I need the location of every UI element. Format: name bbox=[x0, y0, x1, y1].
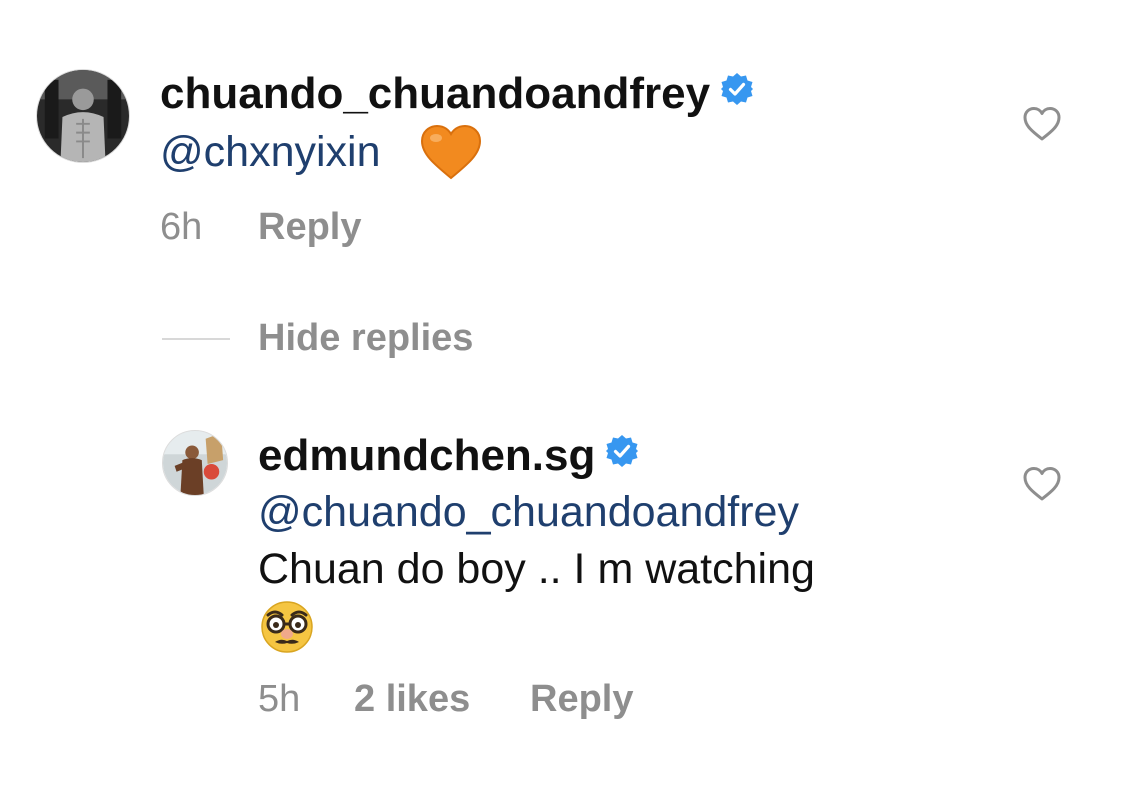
avatar-image bbox=[37, 70, 129, 162]
comment-reply-button[interactable]: Reply bbox=[258, 204, 361, 250]
comment-time: 6h bbox=[160, 206, 203, 248]
comment-mention[interactable]: @chxnyixin bbox=[160, 126, 381, 178]
verified-badge-icon bbox=[720, 66, 754, 118]
heart-outline-icon[interactable] bbox=[1022, 466, 1062, 502]
avatar-image bbox=[163, 431, 227, 495]
comment-username-text[interactable]: chuando_chuandoandfrey bbox=[160, 69, 710, 118]
reply-likes[interactable]: 2 likes bbox=[354, 676, 470, 722]
reply-mention[interactable]: @chuando_chuandoandfrey bbox=[258, 486, 799, 538]
disguised-face-icon bbox=[258, 600, 316, 654]
reply-username[interactable]: edmundchen.sg bbox=[258, 430, 639, 484]
hide-replies-button[interactable]: Hide replies bbox=[258, 315, 473, 361]
reply-text: Chuan do boy .. I m watching bbox=[258, 545, 815, 593]
reply-username-text[interactable]: edmundchen.sg bbox=[258, 431, 595, 480]
orange-heart-icon bbox=[420, 124, 482, 180]
verified-badge-icon bbox=[605, 428, 639, 480]
comment-username[interactable]: chuando_chuandoandfrey bbox=[160, 68, 754, 122]
heart-outline-icon[interactable] bbox=[1022, 106, 1062, 142]
avatar-edmundchen[interactable] bbox=[162, 430, 228, 496]
reply-reply-button[interactable]: Reply bbox=[530, 676, 633, 722]
avatar-chuando[interactable] bbox=[36, 69, 130, 163]
reply-time: 5h bbox=[258, 678, 301, 720]
replies-divider bbox=[162, 338, 230, 340]
